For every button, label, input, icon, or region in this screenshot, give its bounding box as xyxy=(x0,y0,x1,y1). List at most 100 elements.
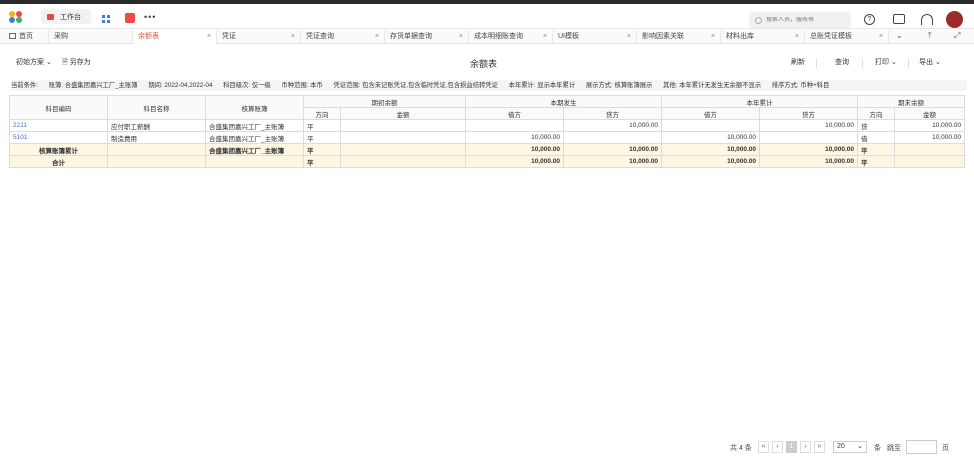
tab-gl-voucher-template[interactable]: 总账凭证模板 × xyxy=(805,30,889,44)
page-title: 余额表 xyxy=(470,59,498,69)
query-conditions: 当前条件: 账簿: 合盛集团嘉兴工厂_主账簿 期间: 2022-04,2022-… xyxy=(11,80,967,91)
tab-voucher-query[interactable]: 凭证查询 × xyxy=(301,30,385,44)
top-bar: 工作台 ••• ? xyxy=(0,4,974,29)
tab-label: 凭证 xyxy=(222,33,236,40)
header-ytd: 本年累计 xyxy=(661,95,858,108)
open-direction: 平 xyxy=(303,131,341,144)
search-input[interactable] xyxy=(766,17,846,23)
current-debit: 10,000.00 xyxy=(465,131,564,144)
page-number-current[interactable]: 1 xyxy=(786,441,797,453)
empty-cell xyxy=(205,155,304,168)
close-icon[interactable]: × xyxy=(879,30,883,44)
workbench-button[interactable]: 工作台 xyxy=(41,9,91,24)
empty-cell xyxy=(894,155,965,168)
export-button[interactable]: 导出 ⌄ xyxy=(919,55,941,71)
table-row[interactable]: 5101 制造费用 合盛集团嘉兴工厂_主账簿 平 10,000.00 10,00… xyxy=(9,131,965,144)
condition-level: 科目级次: 仅一级 xyxy=(223,82,271,89)
tab-purchase[interactable]: 采购 xyxy=(49,30,133,44)
plan-dropdown[interactable]: 初始方案 ⌄ xyxy=(16,55,52,71)
tab-factor-link[interactable]: 影响因素关联 × xyxy=(637,30,721,44)
condition-label: 当前条件: xyxy=(11,82,38,89)
tab-balance-sheet[interactable]: 余额表 × xyxy=(133,30,217,44)
header-close-direction: 方向 xyxy=(857,107,895,120)
empty-cell xyxy=(340,143,466,156)
tab-label: 材料出库 xyxy=(726,33,754,40)
condition-currency: 币种范围: 本币 xyxy=(281,82,323,89)
refresh-button[interactable]: 刷新 xyxy=(791,55,805,71)
first-page-button[interactable]: « xyxy=(758,441,769,453)
header-book[interactable]: 核算账簿 xyxy=(205,95,304,120)
home-icon xyxy=(9,33,16,39)
next-page-button[interactable]: › xyxy=(800,441,811,453)
table-row[interactable]: 2211 应付职工薪酬 合盛集团嘉兴工厂_主账簿 平 10,000.00 10,… xyxy=(9,119,965,132)
ytd-debit xyxy=(661,119,760,132)
account-name: 制造费用 xyxy=(107,131,206,144)
account-code-link[interactable]: 5101 xyxy=(9,131,108,144)
global-search[interactable] xyxy=(749,12,851,28)
chevron-down-icon[interactable]: ⌄ xyxy=(896,31,903,40)
ytd-credit: 10,000.00 xyxy=(759,119,858,132)
open-direction: 平 xyxy=(303,119,341,132)
ytd-debit: 10,000.00 xyxy=(661,143,760,156)
search-icon xyxy=(755,16,762,24)
fullscreen-icon[interactable]: ⤢ xyxy=(954,31,960,41)
close-icon[interactable]: × xyxy=(711,30,715,44)
tab-voucher[interactable]: 凭证 × xyxy=(217,30,301,44)
avatar[interactable] xyxy=(946,11,963,28)
close-icon[interactable]: × xyxy=(627,30,631,44)
account-code-link[interactable]: 2211 xyxy=(9,119,108,132)
divider xyxy=(862,59,863,68)
chevron-down-icon: ⌄ xyxy=(934,59,941,66)
condition-period: 期间: 2022-04,2022-04 xyxy=(148,82,213,89)
tab-home[interactable]: 首页 xyxy=(4,30,49,44)
goto-page-input[interactable] xyxy=(906,440,937,454)
header-ytd-credit: 贷方 xyxy=(759,107,858,120)
close-icon[interactable]: × xyxy=(459,30,463,44)
header-code[interactable]: 科目编码 xyxy=(9,95,108,120)
condition-sort: 排序方式: 币种+科目 xyxy=(771,82,830,89)
help-icon[interactable]: ? xyxy=(864,14,875,25)
close-amount: 10,000.00 xyxy=(894,131,965,144)
query-button[interactable]: 查询 xyxy=(835,55,849,71)
workbench-label: 工作台 xyxy=(60,13,81,21)
total-count: 共 4 条 xyxy=(730,445,752,452)
prev-page-button[interactable]: ‹ xyxy=(772,441,783,453)
close-icon[interactable]: × xyxy=(375,30,379,44)
close-icon[interactable]: × xyxy=(543,30,547,44)
current-credit: 10,000.00 xyxy=(563,119,662,132)
tab-cost-ledger-query[interactable]: 成本明细账查询 × xyxy=(469,30,553,44)
save-icon: 🗎 xyxy=(62,59,68,66)
header-current-credit: 贷方 xyxy=(563,107,662,120)
close-icon[interactable]: × xyxy=(207,30,211,44)
header-name[interactable]: 科目名称 xyxy=(107,95,206,120)
tab-inventory-query[interactable]: 存货单据查询 × xyxy=(385,30,469,44)
app-logo-icon[interactable] xyxy=(9,11,23,23)
headset-icon[interactable] xyxy=(921,14,933,25)
empty-cell xyxy=(340,155,466,168)
last-page-button[interactable]: » xyxy=(814,441,825,453)
upload-icon[interactable]: ⤒ xyxy=(928,31,932,41)
print-button[interactable]: 打印 ⌄ xyxy=(875,55,897,71)
more-icon[interactable]: ••• xyxy=(144,12,156,22)
message-app-icon[interactable] xyxy=(125,13,135,23)
print-label: 打印 xyxy=(875,59,889,66)
tab-label: UI模板 xyxy=(558,33,579,40)
ytd-debit: 10,000.00 xyxy=(661,155,760,168)
close-icon[interactable]: × xyxy=(291,30,295,44)
header-ytd-debit: 借方 xyxy=(661,107,760,120)
ytd-debit: 10,000.00 xyxy=(661,131,760,144)
tab-bar: 首页 采购 余额表 × 凭证 × 凭证查询 × 存货单据查询 × 成本明细账查询 × UI… xyxy=(0,30,974,44)
apps-grid-icon[interactable] xyxy=(102,15,110,23)
tab-ui-template[interactable]: UI模板 × xyxy=(553,30,637,44)
chat-icon[interactable] xyxy=(893,14,905,24)
chevron-down-icon: ⌄ xyxy=(45,59,52,66)
total-label: 合计 xyxy=(9,155,108,168)
save-as-button[interactable]: 🗎 另存为 xyxy=(62,55,91,71)
page-size-select[interactable]: 20 ⌄ xyxy=(833,441,867,453)
goto-label: 跳至 xyxy=(887,445,901,452)
tab-material-outbound[interactable]: 材料出库 × xyxy=(721,30,805,44)
tab-label: 余额表 xyxy=(138,33,159,40)
account-book: 合盛集团嘉兴工厂_主账簿 xyxy=(205,131,304,144)
ytd-credit xyxy=(759,131,858,144)
close-icon[interactable]: × xyxy=(795,30,799,44)
